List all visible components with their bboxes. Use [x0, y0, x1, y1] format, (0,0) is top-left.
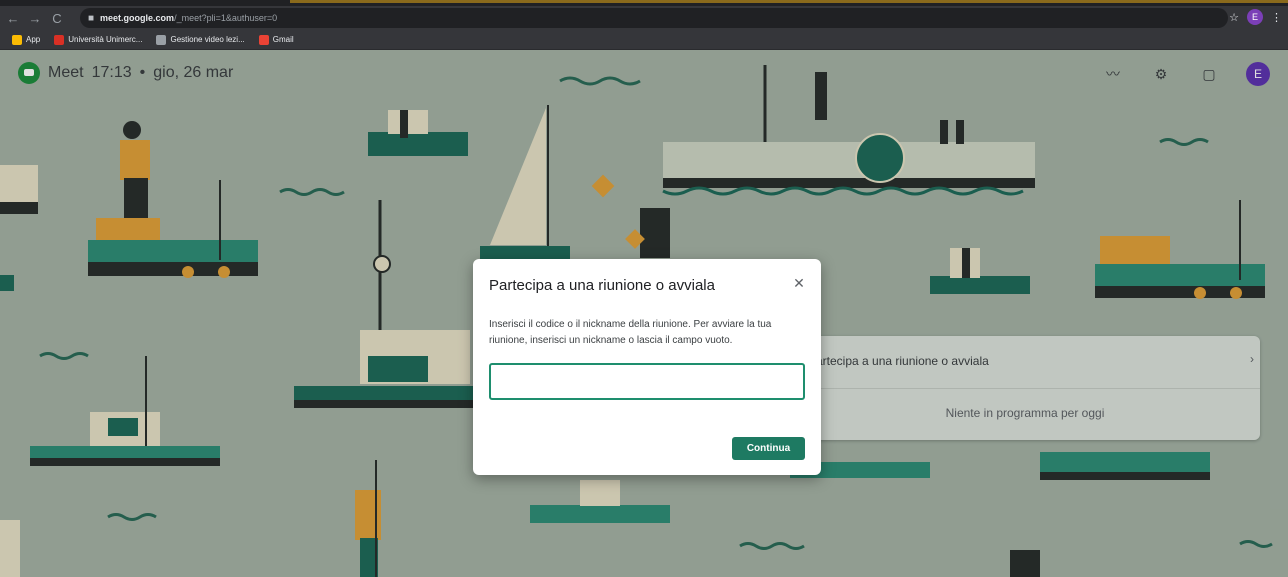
google-icon	[258, 34, 269, 45]
bookmark-item[interactable]: Università Unimerc...	[54, 34, 143, 45]
browser-profile-avatar[interactable]: E	[1247, 9, 1263, 25]
tab-strip-accent	[290, 0, 1288, 3]
address-bar[interactable]: ■ meet.google.com /_meet?pli=1&authuser=…	[80, 8, 1228, 28]
url-domain: meet.google.com	[100, 13, 175, 23]
bookmark-label: Gestione video lezi...	[170, 35, 245, 44]
meeting-code-input[interactable]	[489, 363, 805, 400]
browser-toolbar: ← → C ■ meet.google.com /_meet?pli=1&aut…	[0, 6, 1288, 30]
browser-toolbar-right: ☆ E ⋮	[1229, 9, 1282, 25]
bookmark-label: App	[26, 35, 41, 44]
bookmark-item[interactable]: App	[12, 34, 41, 45]
bookmark-item[interactable]: Gestione video lezi...	[156, 34, 245, 45]
dialog-title: Partecipa a una riunione o avviala	[489, 277, 715, 294]
unimercatorum-icon	[54, 34, 65, 45]
bookmarks-bar: App Università Unimerc... Gestione video l…	[0, 30, 1288, 50]
globe-icon	[156, 34, 167, 45]
browser-menu-icon[interactable]: ⋮	[1271, 11, 1282, 24]
close-icon[interactable]: ✕	[791, 275, 807, 291]
bookmark-label: Università Unimerc...	[68, 35, 143, 44]
apps-grid-icon	[12, 34, 22, 45]
bookmark-star-icon[interactable]: ☆	[1229, 11, 1239, 24]
forward-arrow-icon[interactable]: →	[26, 9, 44, 27]
reload-icon[interactable]: C	[48, 9, 66, 27]
lock-icon: ■	[88, 12, 95, 24]
url-path: /_meet?pli=1&authuser=0	[174, 13, 278, 23]
dialog-description: Inserisci il codice o il nickname della …	[489, 319, 772, 346]
bookmark-item[interactable]: Gmail	[258, 34, 294, 45]
meet-page: Meet 17:13 • gio, 26 mar 〰 ⚙ ▢ E artecip…	[0, 50, 1288, 577]
continue-button[interactable]: Continua	[732, 437, 805, 460]
bookmark-label: Gmail	[272, 35, 294, 44]
back-arrow-icon[interactable]: ←	[4, 9, 22, 27]
join-meeting-dialog: Partecipa a una riunione o avviala ✕ Ins…	[473, 259, 821, 475]
